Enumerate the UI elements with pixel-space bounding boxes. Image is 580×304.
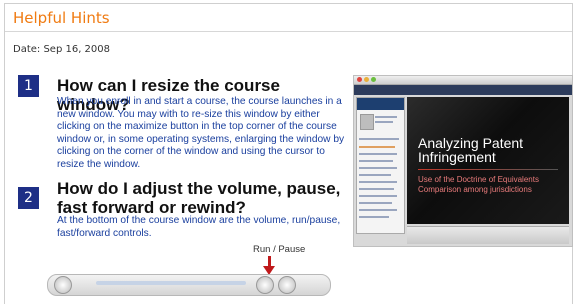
progress-track[interactable] [96,281,246,285]
slide-subtitle: Use of the Doctrine of Equivalents Compa… [418,175,539,194]
instructor-avatar [360,114,374,130]
play-pause-button[interactable] [256,276,274,294]
helpful-hints-panel: Helpful Hints Date: Sep 16, 2008 1 How c… [4,3,573,304]
hint-answer: At the bottom of the course window are t… [57,215,341,239]
course-tab-bar [354,85,572,95]
sidebar-line [375,121,393,123]
rewind-button[interactable] [54,276,72,294]
sidebar-line [359,195,397,197]
sidebar-line [359,202,392,204]
sidebar-line [359,167,397,169]
player-control-bar [47,274,331,296]
slide-divider [418,169,558,170]
sidebar-line [359,138,399,140]
sidebar-line [375,116,397,118]
course-logo [357,98,404,110]
sidebar-line [359,216,389,218]
sidebar-line [359,160,393,162]
run-pause-label: Run / Pause [253,244,306,255]
close-dot-icon [357,77,362,82]
page-title: Helpful Hints [13,9,110,27]
sidebar-line [359,188,394,190]
panel-header: Helpful Hints [5,4,572,32]
hint-number-badge: 1 [18,75,39,97]
hint-answer: When you enroll in and start a course, t… [57,96,345,170]
course-sidebar [356,97,405,234]
sidebar-line [359,174,391,176]
date-label: Date: Sep 16, 2008 [13,44,111,55]
sidebar-line [359,181,397,183]
hint-question: How do I adjust the volume, pause, fast … [57,179,341,217]
minimize-dot-icon [364,77,369,82]
sidebar-line [359,209,397,211]
screenshot-control-bar [407,226,569,244]
slide-title: Analyzing Patent Infringement [418,135,524,165]
course-window-screenshot: Analyzing Patent Infringement Use of the… [353,75,573,247]
sidebar-line [359,153,397,155]
maximize-dot-icon [371,77,376,82]
hint-number-badge: 2 [18,187,39,209]
window-title-bar [354,76,572,85]
fast-forward-button[interactable] [278,276,296,294]
sidebar-line [359,146,395,148]
slide-view: Analyzing Patent Infringement Use of the… [407,97,569,224]
